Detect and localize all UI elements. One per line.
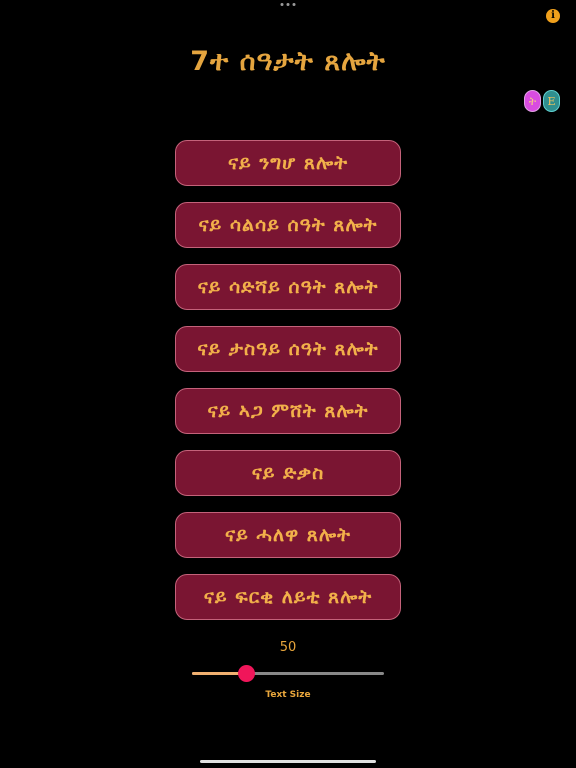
prayer-menu: ናይ ንግሆ ጸሎት ናይ ሳልሳይ ሰዓት ጸሎት ናይ ሳድሻይ ሰዓት ጸ… (175, 140, 401, 636)
bedtime-prayer-button[interactable]: ናይ ድቃስ (175, 450, 401, 496)
slider-thumb[interactable] (237, 665, 255, 682)
multitasking-dots-icon[interactable] (280, 3, 296, 6)
tigrinya-language-button[interactable]: ት (524, 90, 541, 112)
third-hour-prayer-button[interactable]: ናይ ሳልሳይ ሰዓት ጸሎት (175, 202, 401, 248)
page-title: 7ተ ሰዓታት ጸሎት (190, 46, 386, 77)
vigil-prayer-button[interactable]: ናይ ሓለዋ ጸሎት (175, 512, 401, 558)
midnight-prayer-button[interactable]: ናይ ፍርቂ ለይቲ ጸሎት (175, 574, 401, 620)
english-language-button[interactable]: E (543, 90, 560, 112)
text-size-label: Text Size (265, 690, 311, 700)
ninth-hour-prayer-button[interactable]: ናይ ታስዓይ ሰዓት ጸሎት (175, 326, 401, 372)
text-size-value: 50 (279, 640, 297, 655)
app-screen: i 7ተ ሰዓታት ጸሎት ት E ናይ ንግሆ ጸሎት ናይ ሳልሳይ ሰዓት… (0, 0, 576, 768)
language-toggle[interactable]: ት E (524, 90, 560, 112)
sixth-hour-prayer-button[interactable]: ናይ ሳድሻይ ሰዓት ጸሎት (175, 264, 401, 310)
home-indicator[interactable] (200, 760, 376, 763)
text-size-slider[interactable] (192, 664, 384, 682)
info-icon[interactable]: i (546, 9, 560, 23)
morning-prayer-button[interactable]: ናይ ንግሆ ጸሎት (175, 140, 401, 186)
evening-prayer-button[interactable]: ናይ ኣጋ ምሸት ጸሎት (175, 388, 401, 434)
